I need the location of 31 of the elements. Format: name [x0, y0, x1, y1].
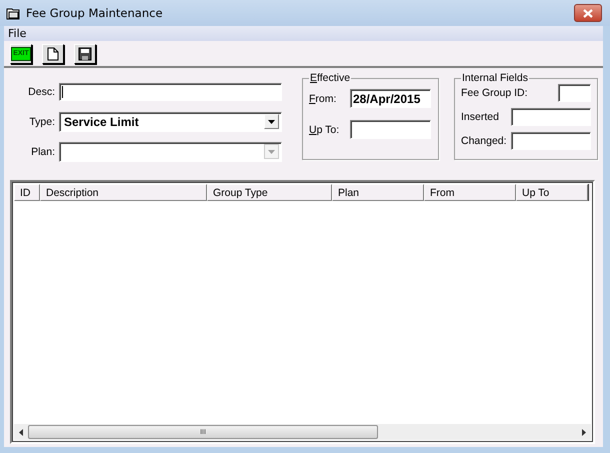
field-label: Fee Group ID: [461, 86, 528, 98]
field-label: Plan: [30, 146, 56, 158]
input-field[interactable] [511, 108, 591, 126]
column-header[interactable]: Up To [516, 184, 588, 201]
field-label: Desc: [27, 86, 56, 98]
menu-item[interactable]: File [8, 27, 26, 40]
window-icon [6, 6, 20, 20]
field-label: Changed: [461, 134, 508, 146]
document-icon [47, 46, 59, 60]
new-button[interactable] [42, 44, 64, 64]
field-label: From: [309, 92, 338, 104]
input-field[interactable] [511, 132, 591, 150]
column-header[interactable]: Group Type [207, 184, 332, 201]
field-label: Type: [28, 116, 56, 128]
group-title: Internal Fields [461, 72, 529, 84]
close-button[interactable] [574, 4, 602, 22]
column-header[interactable]: ID [14, 184, 40, 201]
group-title: Effective [309, 72, 352, 84]
field-label: Inserted [461, 110, 500, 122]
input-field[interactable] [350, 120, 431, 139]
save-button[interactable] [74, 44, 96, 64]
window-title: Fee Group Maintenance [26, 6, 164, 20]
column-header[interactable]: From [424, 184, 516, 201]
column-header[interactable]: Description [40, 184, 207, 201]
input-field[interactable] [59, 82, 282, 100]
dropdown[interactable]: Service Limit [59, 112, 282, 132]
input-field[interactable]: 28/Apr/2015 [350, 89, 431, 108]
field-label: Up To: [309, 124, 340, 136]
close-icon [583, 8, 593, 18]
input-field[interactable] [558, 84, 591, 102]
column-header[interactable]: Plan [332, 184, 424, 201]
